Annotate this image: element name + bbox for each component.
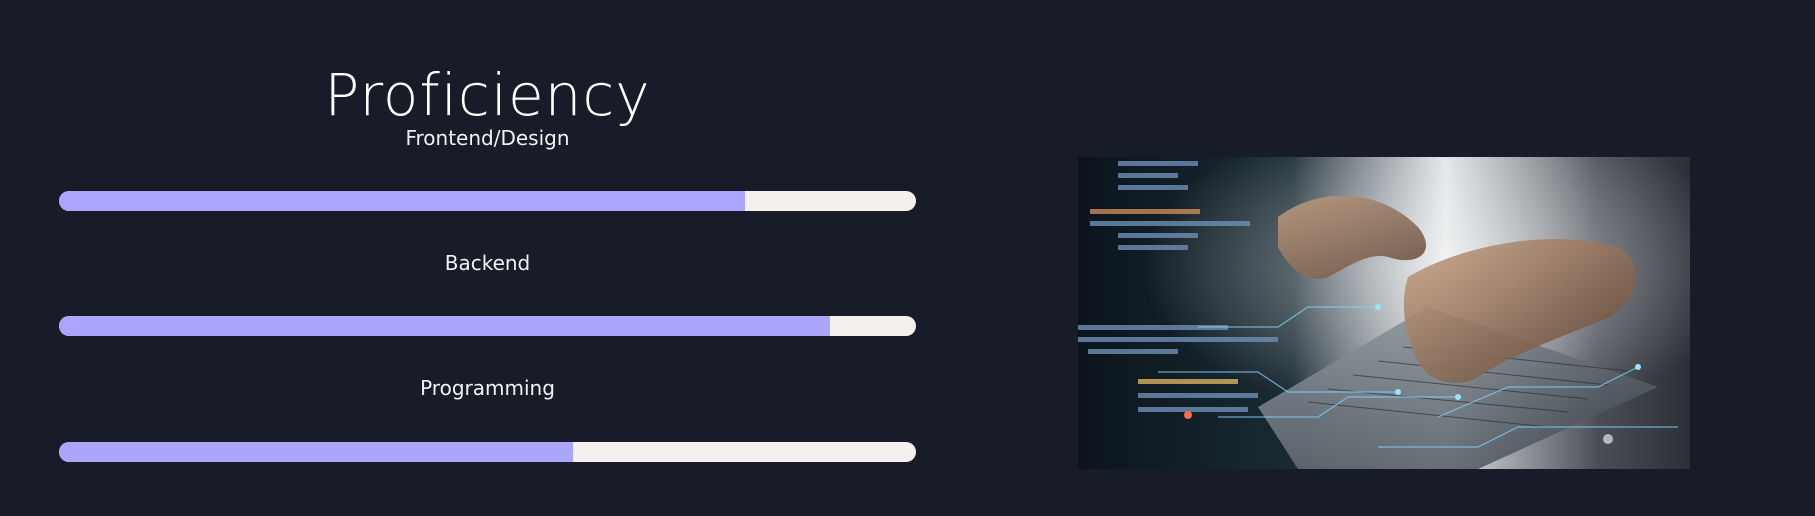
coding-laptop-image — [1078, 157, 1690, 469]
progress-bar-backend — [59, 316, 916, 336]
progress-bar-frontend — [59, 191, 916, 211]
progress-fill-frontend — [59, 191, 745, 211]
progress-fill-backend — [59, 316, 831, 336]
skill-label-frontend: Frontend/Design — [405, 126, 570, 150]
progress-bar-programming — [59, 442, 916, 462]
page-title: Proficiency — [324, 60, 651, 129]
proficiency-section: Proficiency Frontend/Design Backend Prog… — [59, 0, 916, 516]
skill-label-backend: Backend — [444, 251, 531, 275]
progress-fill-programming — [59, 442, 574, 462]
skill-label-programming: Programming — [420, 376, 555, 400]
